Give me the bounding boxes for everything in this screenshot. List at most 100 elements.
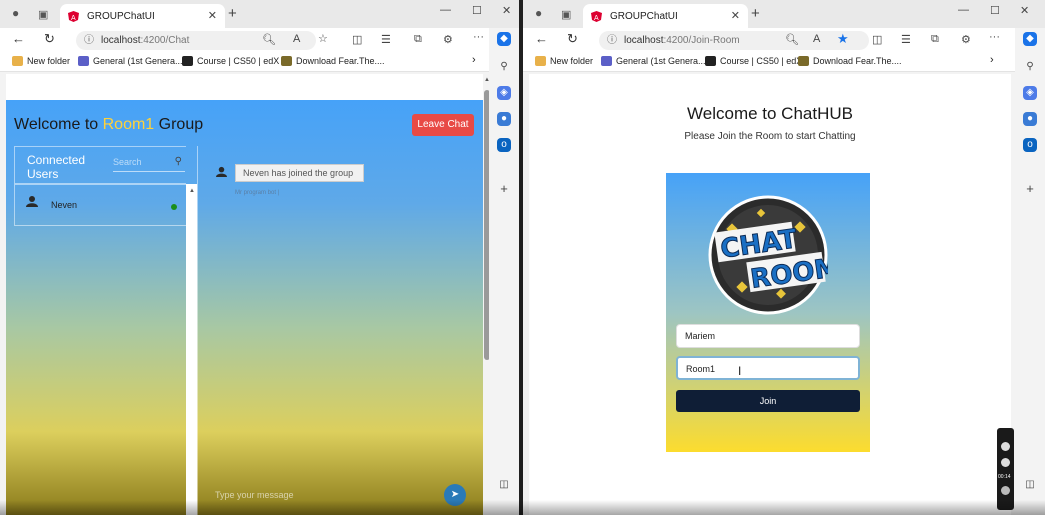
search-placeholder: Search: [113, 157, 142, 167]
tab-groupchat[interactable]: A GROUPChatUI ✕: [583, 4, 748, 28]
more-icon[interactable]: ···: [989, 31, 1000, 43]
folder-icon: [12, 56, 23, 66]
minimize-icon[interactable]: —: [440, 4, 451, 16]
send-icon: ➤: [450, 489, 460, 500]
sidebar-toggle-icon[interactable]: ◫: [1023, 478, 1037, 492]
message-meta: Mr program bot |: [235, 190, 280, 196]
extensions-icon[interactable]: ⚙: [443, 33, 453, 46]
favorites-bar: New folder General (1st Genera... Course…: [523, 52, 1015, 72]
tab-actions-icon[interactable]: ▣: [38, 8, 48, 21]
message-avatar-icon: [216, 166, 227, 177]
favorite-cs50[interactable]: Course | CS50 | edX: [705, 56, 802, 66]
shopping-icon[interactable]: ◈: [1023, 86, 1037, 100]
close-window-icon[interactable]: ✕: [1020, 4, 1029, 17]
profile-icon[interactable]: ●: [12, 6, 19, 20]
extensions-icon[interactable]: ⚙: [961, 33, 971, 46]
split-screen-icon[interactable]: ◫: [872, 33, 882, 46]
scroll-up-icon[interactable]: ▲: [189, 188, 195, 194]
chat-message: Neven has joined the group: [235, 164, 364, 182]
record-icon[interactable]: [1001, 458, 1010, 467]
search-sidebar-icon[interactable]: ⚲: [497, 60, 511, 74]
search-sidebar-icon[interactable]: ⚲: [1023, 60, 1037, 74]
favorite-cs50[interactable]: Course | CS50 | edX: [182, 56, 279, 66]
chat-page: Welcome to Room1 Group Leave Chat Connec…: [6, 74, 483, 515]
address-path: :4200/Join-Room: [663, 35, 740, 46]
shopping-icon[interactable]: ◈: [497, 86, 511, 100]
minimize-icon[interactable]: —: [958, 4, 969, 16]
refresh-icon[interactable]: ↻: [567, 31, 578, 47]
user-avatar-icon: [26, 196, 38, 207]
copilot-icon[interactable]: ◆: [1023, 32, 1037, 46]
join-card: CHAT ROOM Mariem Room1 I Join: [666, 173, 870, 452]
new-tab-icon[interactable]: +: [228, 5, 237, 22]
chevron-right-icon[interactable]: ›: [990, 54, 994, 66]
favorite-icon[interactable]: ☆: [318, 32, 328, 45]
user-list-scrollbar[interactable]: ▲: [186, 184, 197, 515]
tab-groupchat[interactable]: A GROUPChatUI ✕: [60, 4, 225, 28]
close-tab-icon[interactable]: ✕: [208, 9, 217, 22]
collections-icon[interactable]: ⧉: [931, 33, 939, 46]
collections-icon[interactable]: ⧉: [414, 33, 422, 46]
search-icon[interactable]: ⚲: [175, 156, 182, 167]
chat-panel: Welcome to Room1 Group Leave Chat Connec…: [6, 100, 483, 515]
games-icon[interactable]: ●: [1023, 112, 1037, 126]
camera-icon[interactable]: [1001, 442, 1010, 451]
profile-icon[interactable]: ●: [535, 6, 542, 20]
join-button[interactable]: Join: [676, 390, 860, 412]
edge-sidebar: ◆ ⚲ ◈ ● o + ◫: [1015, 28, 1045, 515]
info-icon: ⓘ: [84, 35, 94, 46]
favorite-filled-icon[interactable]: ★: [837, 31, 849, 47]
favorite-new-folder[interactable]: New folder: [535, 56, 593, 66]
back-icon[interactable]: ←: [535, 31, 548, 46]
user-list-item[interactable]: Neven: [14, 184, 186, 226]
copilot-icon[interactable]: ◆: [497, 32, 511, 46]
maximize-icon[interactable]: ☐: [472, 4, 482, 17]
message-input[interactable]: Type your message: [215, 490, 435, 500]
favorites-icon[interactable]: ☰: [381, 33, 391, 46]
add-sidebar-icon[interactable]: +: [1023, 182, 1037, 196]
close-window-icon[interactable]: ✕: [502, 4, 511, 17]
favorite-download[interactable]: Download Fear.The....: [281, 56, 385, 66]
browser-window-right: ● ▣ A GROUPChatUI ✕ + — ☐ ✕ ← ↻ ⓘ localh…: [523, 0, 1045, 515]
more-icon[interactable]: ···: [473, 31, 484, 43]
address-host: localhost: [624, 35, 664, 46]
connected-users-header: Connected Users Search ⚲: [14, 146, 186, 184]
page-title: Welcome to ChatHUB: [687, 104, 853, 123]
tab-title: GROUPChatUI: [87, 10, 155, 22]
refresh-icon[interactable]: ↻: [44, 31, 55, 47]
video-overlay: [0, 500, 1045, 515]
address-bar[interactable]: ⓘ localhost:4200/Chat: [76, 31, 316, 50]
room-input[interactable]: Room1 I: [676, 356, 860, 380]
favorite-download[interactable]: Download Fear.The....: [798, 56, 902, 66]
page-title: Welcome to Room1 Group: [14, 116, 204, 133]
read-aloud-icon[interactable]: A: [293, 33, 300, 45]
outlook-icon[interactable]: o: [497, 138, 511, 152]
back-icon[interactable]: ←: [12, 31, 25, 46]
favorite-general[interactable]: General (1st Genera...: [601, 56, 706, 66]
add-sidebar-icon[interactable]: +: [497, 182, 511, 196]
leave-chat-button[interactable]: Leave Chat: [412, 114, 474, 136]
download-site-icon: [798, 56, 809, 66]
games-icon[interactable]: ●: [497, 112, 511, 126]
teams-icon: [78, 56, 89, 66]
maximize-icon[interactable]: ☐: [990, 4, 1000, 17]
favorite-general[interactable]: General (1st Genera...: [78, 56, 183, 66]
chevron-right-icon[interactable]: ›: [472, 54, 476, 66]
split-screen-icon[interactable]: ◫: [352, 33, 362, 46]
zoom-icon[interactable]: 🔍︎: [785, 33, 799, 46]
name-input[interactable]: Mariem: [676, 324, 860, 348]
zoom-icon[interactable]: 🔍︎: [262, 33, 276, 46]
sidebar-toggle-icon[interactable]: ◫: [497, 478, 511, 492]
new-tab-icon[interactable]: +: [751, 5, 760, 22]
favorites-icon[interactable]: ☰: [901, 33, 911, 46]
tab-actions-icon[interactable]: ▣: [561, 8, 571, 21]
close-tab-icon[interactable]: ✕: [731, 9, 740, 22]
outlook-icon[interactable]: o: [1023, 138, 1037, 152]
message-placeholder: Type your message: [215, 490, 294, 500]
microphone-icon[interactable]: [1001, 486, 1010, 495]
read-aloud-icon[interactable]: A: [813, 33, 820, 45]
address-bar[interactable]: ⓘ localhost:4200/Join-Room: [599, 31, 869, 50]
teams-icon: [601, 56, 612, 66]
search-input[interactable]: Search ⚲: [113, 156, 185, 172]
favorite-new-folder[interactable]: New folder: [12, 56, 70, 66]
